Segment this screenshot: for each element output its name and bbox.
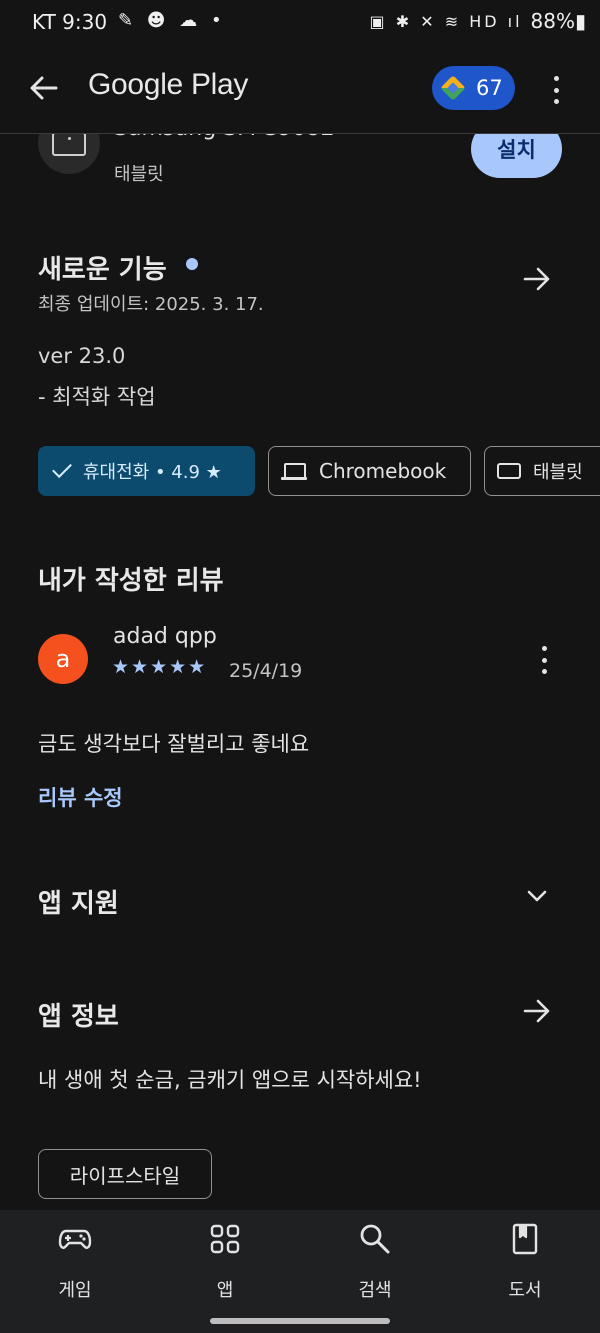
gesture-handle[interactable] (210, 1318, 390, 1324)
play-points-count: 67 (476, 76, 503, 100)
my-review-title: 내가 작성한 리뷰 (38, 566, 224, 596)
app-bar-title: Google Play (88, 68, 249, 101)
chip-tablet[interactable]: 태블릿 (484, 446, 600, 496)
book-icon (512, 1223, 538, 1255)
nav-search-label: 검색 (358, 1280, 392, 1301)
play-points-icon (440, 75, 466, 101)
system-status-icons: ▣ ✱ ✕ ≋ HD ıl (369, 11, 523, 31)
nav-games-label: 게임 (58, 1280, 92, 1301)
chip-chromebook-label: Chromebook (319, 459, 447, 483)
chip-phone-label: 휴대전화 • 4.9 ★ (83, 462, 222, 483)
avatar: a (38, 634, 88, 684)
app-info-title: 앱 정보 (38, 1002, 119, 1032)
chip-phone[interactable]: 휴대전화 • 4.9 ★ (38, 446, 255, 496)
review-text: 금도 생각보다 잘벌리고 좋네요 (38, 732, 310, 756)
check-icon (52, 458, 72, 479)
nav-books[interactable]: 도서 (475, 1222, 575, 1302)
chevron-down-icon[interactable] (527, 886, 547, 906)
battery-level: 88%▮ (530, 9, 586, 33)
status-bar: KT 9:30 ✎ ☻ ☁ • ▣ ✱ ✕ ≋ HD ıl 88%▮ (0, 0, 600, 44)
nav-search[interactable]: 검색 (325, 1222, 425, 1302)
whats-new-arrow-icon[interactable] (522, 264, 552, 294)
last-updated: 최종 업데이트: 2025. 3. 17. (38, 294, 264, 315)
app-description: 내 생애 첫 순금, 금캐기 앱으로 시작하세요! (38, 1068, 422, 1092)
chip-tablet-label: 태블릿 (533, 462, 583, 483)
category-tag[interactable]: 라이프스타일 (38, 1149, 212, 1199)
system-icons: ▣ ✱ ✕ ≋ HD ıl 88%▮ (370, 9, 586, 33)
app-bar: Google Play 67 (0, 44, 600, 134)
edit-review-link[interactable]: 리뷰 수정 (38, 782, 123, 812)
new-indicator-dot (186, 258, 198, 270)
more-options-icon[interactable] (546, 74, 566, 106)
apps-grid-icon (210, 1224, 240, 1254)
nav-games[interactable]: 게임 (25, 1222, 125, 1302)
reviewer-name: adad qpp (113, 624, 217, 649)
release-notes: - 최적화 작업 (38, 385, 156, 409)
nav-books-label: 도서 (508, 1280, 542, 1301)
gamepad-icon (58, 1229, 92, 1249)
review-date: 25/4/19 (229, 660, 303, 682)
device-type: 태블릿 (114, 164, 164, 185)
back-arrow-icon[interactable] (28, 72, 60, 104)
tablet-icon (497, 463, 521, 479)
nav-apps[interactable]: 앱 (175, 1222, 275, 1302)
play-points-badge[interactable]: 67 (432, 66, 515, 110)
chip-chromebook[interactable]: Chromebook (268, 446, 471, 496)
star-rating: ★★★★★ (112, 656, 208, 678)
carrier-time: KT 9:30 (32, 10, 108, 34)
version-text: ver 23.0 (38, 344, 126, 368)
laptop-icon (281, 462, 307, 480)
app-info-arrow-icon[interactable] (522, 996, 552, 1026)
search-icon (360, 1224, 390, 1254)
whats-new-title: 새로운 기능 (38, 255, 167, 285)
notification-icons: ✎ ☻ ☁ • (118, 10, 226, 31)
nav-apps-label: 앱 (216, 1280, 234, 1301)
app-support-title[interactable]: 앱 지원 (38, 883, 119, 920)
review-more-options-icon[interactable] (534, 646, 554, 674)
